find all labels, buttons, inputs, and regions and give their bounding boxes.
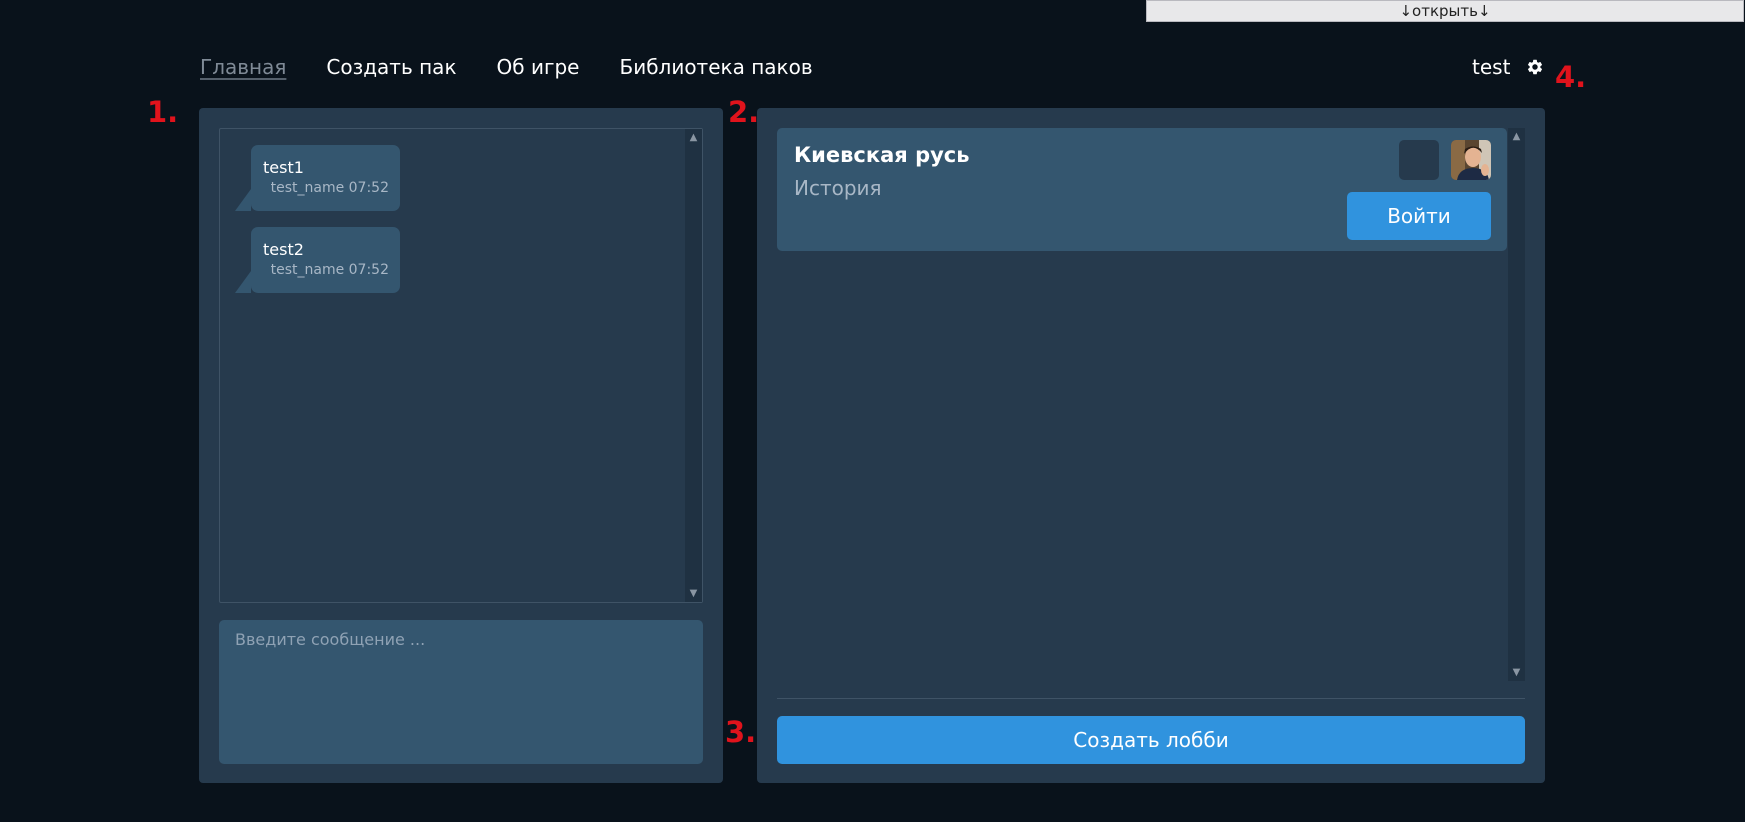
nav-item-about-game[interactable]: Об игре	[497, 55, 580, 85]
message-text: test2	[263, 240, 304, 259]
message-meta: test_name 07:52	[270, 180, 389, 196]
lobby-scrollbar[interactable]: ▲ ▼	[1508, 128, 1525, 681]
chat-message: test2 test_name 07:52	[235, 227, 400, 293]
create-lobby-button[interactable]: Создать лобби	[777, 716, 1525, 764]
lobby-panel: Киевская русь История Войти ▲ ▼ Создать …	[757, 108, 1545, 783]
message-text: test1	[263, 158, 304, 177]
marker-3: 3.	[725, 715, 757, 749]
scroll-down-icon[interactable]: ▼	[1508, 664, 1525, 681]
scroll-down-icon[interactable]: ▼	[685, 585, 702, 602]
divider	[777, 698, 1525, 699]
username[interactable]: test	[1472, 55, 1510, 79]
lobby-title: Киевская русь	[794, 143, 970, 167]
open-panel-tab[interactable]: ↓открыть↓	[1146, 0, 1744, 22]
main-nav: Главная Создать пак Об игре Библиотека п…	[200, 55, 853, 85]
nav-item-create-pack[interactable]: Создать пак	[326, 55, 456, 85]
scroll-up-icon[interactable]: ▲	[1508, 128, 1525, 145]
gear-icon[interactable]	[1526, 58, 1544, 76]
message-input[interactable]	[219, 620, 703, 764]
chat-panel: test1 test_name 07:52 test2 test_name 07…	[199, 108, 723, 783]
marker-4: 4.	[1555, 60, 1587, 94]
marker-2: 2.	[728, 95, 760, 129]
lobby-list: Киевская русь История Войти ▲ ▼	[777, 128, 1525, 681]
lobby-category: История	[794, 176, 882, 200]
empty-player-slot	[1399, 140, 1439, 180]
avatar	[1451, 140, 1491, 180]
scroll-up-icon[interactable]: ▲	[685, 129, 702, 146]
chat-scrollbar[interactable]: ▲ ▼	[685, 129, 702, 602]
lobby-card: Киевская русь История Войти	[777, 128, 1507, 251]
message-meta: test_name 07:52	[270, 262, 389, 278]
nav-item-pack-library[interactable]: Библиотека паков	[619, 55, 812, 85]
chat-message: test1 test_name 07:52	[235, 145, 400, 211]
user-area: test	[1472, 55, 1544, 79]
join-lobby-button[interactable]: Войти	[1347, 192, 1491, 240]
nav-item-home[interactable]: Главная	[200, 55, 286, 85]
chat-messages: test1 test_name 07:52 test2 test_name 07…	[219, 128, 703, 603]
marker-1: 1.	[147, 95, 179, 129]
